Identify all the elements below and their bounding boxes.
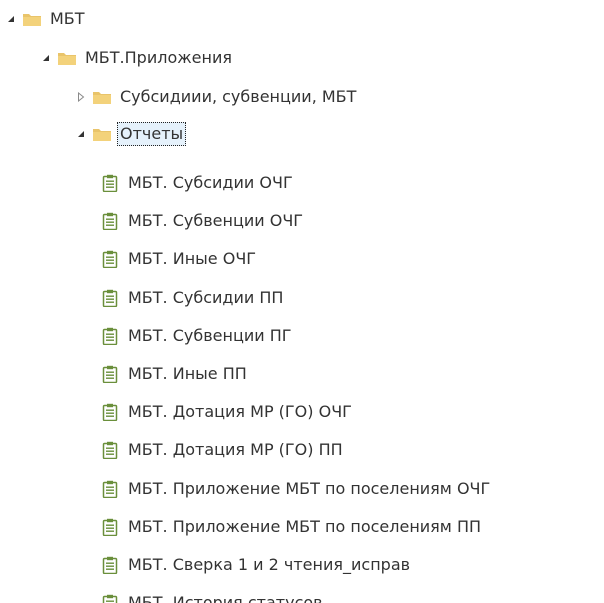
folder-icon bbox=[22, 11, 42, 27]
report-item-label: МБТ. Сверка 1 и 2 чтения_исправ bbox=[128, 555, 411, 574]
tree-node-reports[interactable]: Отчеты bbox=[76, 118, 187, 150]
tree-node-label: МБТ.Приложения bbox=[85, 48, 232, 67]
report-item[interactable]: МБТ. Приложение МБТ по поселениям ПП bbox=[102, 511, 481, 543]
folder-icon bbox=[92, 89, 112, 105]
report-item-label: МБТ. Субсидии ПП bbox=[128, 288, 284, 307]
report-item[interactable]: МБТ. Субсидии ПП bbox=[102, 282, 283, 314]
report-item[interactable]: МБТ. Иные ПП bbox=[102, 358, 247, 390]
report-item[interactable]: МБТ. Сверка 1 и 2 чтения_исправ bbox=[102, 549, 410, 581]
report-item-label: МБТ. Приложение МБТ по поселениям ОЧГ bbox=[128, 479, 491, 498]
expanded-toggle-icon[interactable] bbox=[6, 14, 16, 24]
report-icon bbox=[102, 518, 118, 536]
tree-node-subsidies[interactable]: Субсидиии, субвенции, МБТ bbox=[76, 81, 356, 113]
report-item-label: МБТ. Иные ОЧГ bbox=[128, 249, 257, 268]
report-icon bbox=[102, 174, 118, 192]
report-item-label: МБТ. Приложение МБТ по поселениям ПП bbox=[128, 517, 482, 536]
tree-node-mbt-apps[interactable]: МБТ.Приложения bbox=[41, 42, 232, 74]
report-item-label: МБТ. Субсидии ОЧГ bbox=[128, 173, 293, 192]
report-icon bbox=[102, 403, 118, 421]
tree-node-label: Субсидиии, субвенции, МБТ bbox=[120, 87, 357, 106]
report-item[interactable]: МБТ. Дотация МР (ГО) ПП bbox=[102, 434, 343, 466]
report-item[interactable]: МБТ. История статусов bbox=[102, 587, 323, 603]
report-item-label: МБТ. Дотация МР (ГО) ОЧГ bbox=[128, 402, 352, 421]
report-item-label: МБТ. Иные ПП bbox=[128, 364, 247, 383]
folder-icon bbox=[92, 126, 112, 142]
report-icon bbox=[102, 327, 118, 345]
report-item-label: МБТ. Дотация МР (ГО) ПП bbox=[128, 440, 343, 459]
tree-node-label: МБТ bbox=[50, 9, 85, 28]
expanded-toggle-icon[interactable] bbox=[41, 53, 51, 63]
report-item[interactable]: МБТ. Субсидии ОЧГ bbox=[102, 167, 293, 199]
folder-icon bbox=[57, 50, 77, 66]
tree-node-mbt[interactable]: МБТ bbox=[6, 3, 85, 35]
report-icon bbox=[102, 441, 118, 459]
report-icon bbox=[102, 212, 118, 230]
report-item-label: МБТ. Субвенции ПГ bbox=[128, 326, 292, 345]
report-icon bbox=[102, 556, 118, 574]
tree-node-label-selected: Отчеты bbox=[117, 122, 187, 146]
report-icon bbox=[102, 594, 118, 603]
report-item-label: МБТ. История статусов bbox=[128, 593, 323, 603]
collapsed-toggle-icon[interactable] bbox=[76, 92, 86, 102]
report-icon bbox=[102, 365, 118, 383]
report-item[interactable]: МБТ. Приложение МБТ по поселениям ОЧГ bbox=[102, 473, 490, 505]
report-item[interactable]: МБТ. Дотация МР (ГО) ОЧГ bbox=[102, 396, 352, 428]
report-icon bbox=[102, 289, 118, 307]
report-item[interactable]: МБТ. Субвенции ПГ bbox=[102, 320, 292, 352]
report-item[interactable]: МБТ. Иные ОЧГ bbox=[102, 243, 256, 275]
report-item-label: МБТ. Субвенции ОЧГ bbox=[128, 211, 304, 230]
report-icon bbox=[102, 250, 118, 268]
report-item[interactable]: МБТ. Субвенции ОЧГ bbox=[102, 205, 303, 237]
expanded-toggle-icon[interactable] bbox=[76, 129, 86, 139]
report-icon bbox=[102, 480, 118, 498]
